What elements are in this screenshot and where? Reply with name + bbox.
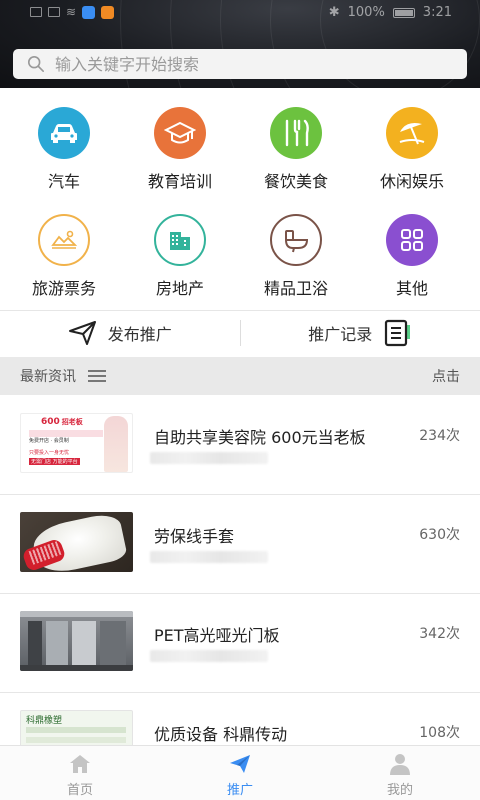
category-label: 教育培训 (147, 172, 212, 191)
news-title: 劳保线手套 (154, 527, 235, 546)
category-leisure[interactable]: 休闲娱乐 (354, 100, 470, 207)
category-label: 精品卫浴 (263, 279, 328, 298)
promotion-records-button[interactable]: 推广记录 (241, 319, 480, 347)
news-subtitle-blurred (150, 452, 268, 464)
search-bar[interactable] (13, 49, 467, 79)
fork-knife-icon (270, 107, 322, 159)
news-section-title: 最新资讯 (20, 369, 76, 385)
action-bar: 发布推广 推广记录 (0, 311, 480, 355)
header-bar: ≋ ✱ 100% 3:21 (0, 0, 480, 88)
ad-title: 招老板 (61, 418, 83, 426)
paper-plane-icon (230, 755, 250, 773)
graduation-cap-icon (154, 107, 206, 159)
send-icon (68, 321, 96, 345)
category-other[interactable]: 其他 (354, 207, 470, 314)
tab-home[interactable]: 首页 (0, 746, 160, 800)
signal-icon (30, 7, 42, 17)
news-item[interactable]: 劳保线手套 630次 (0, 495, 480, 594)
category-bathroom[interactable]: 精品卫浴 (238, 207, 354, 314)
bluetooth-icon: ✱ (328, 5, 340, 20)
signal-icon (48, 7, 60, 17)
document-list-icon (385, 319, 411, 347)
tab-label: 首页 (66, 783, 93, 798)
toilet-icon (270, 214, 322, 266)
click-count: 234次 (419, 428, 460, 444)
news-item[interactable]: 600 招老板 免费开店 · 会员制 只要投入一身无忧 无需门店 万能的平台 自助… (0, 396, 480, 495)
news-title: 自助共享美容院 600元当老板 (154, 428, 366, 447)
category-label: 其他 (395, 279, 428, 298)
ad-line: 只要投入一身无忧 (29, 450, 70, 456)
category-label: 汽车 (47, 172, 80, 191)
news-subtitle-blurred (150, 551, 268, 563)
category-real-estate[interactable]: 房地产 (122, 207, 238, 314)
category-label: 旅游票务 (31, 279, 96, 298)
category-label: 休闲娱乐 (379, 172, 444, 191)
click-count: 342次 (419, 626, 460, 642)
ad-line: 无需门店 万能的平台 (29, 458, 80, 465)
category-food[interactable]: 餐饮美食 (238, 100, 354, 207)
tab-mine[interactable]: 我的 (320, 746, 480, 800)
ticket-icon (38, 214, 90, 266)
click-count: 108次 (419, 725, 460, 741)
thumb-brand: 科鼎橡塑 (26, 716, 63, 726)
records-label: 推广记录 (308, 325, 373, 344)
ad-price: 600 (41, 417, 60, 427)
wifi-icon: ≋ (66, 5, 77, 19)
click-count: 630次 (419, 527, 460, 543)
news-subtitle-blurred (150, 650, 268, 662)
battery-icon (392, 7, 415, 18)
building-icon (154, 214, 206, 266)
app-notification-icon (101, 5, 115, 19)
category-education[interactable]: 教育培训 (122, 100, 238, 207)
news-item[interactable]: PET高光哑光门板 342次 (0, 594, 480, 693)
clock: 3:21 (422, 5, 452, 20)
search-icon (27, 55, 45, 73)
news-title: 优质设备 科鼎传动 (154, 725, 288, 744)
ad-line: 免费开店 · 会员制 (29, 438, 69, 444)
battery-percent: 100% (347, 5, 385, 20)
news-thumbnail: 600 招老板 免费开店 · 会员制 只要投入一身无忧 无需门店 万能的平台 (20, 413, 133, 473)
news-thumbnail (20, 611, 133, 671)
user-icon (390, 754, 410, 775)
home-icon (70, 755, 90, 773)
category-label: 房地产 (155, 279, 204, 298)
category-grid: 汽车 教育培训 餐饮美食 休闲娱乐 旅游票务 房地产 精品卫浴 其他 (0, 100, 480, 314)
news-thumbnail (20, 512, 133, 572)
tab-promotion[interactable]: 推广 (160, 746, 320, 800)
tab-label: 我的 (386, 783, 413, 798)
search-input[interactable] (55, 54, 467, 74)
publish-label: 发布推广 (107, 325, 172, 344)
news-title: PET高光哑光门板 (154, 626, 280, 645)
category-label: 餐饮美食 (263, 172, 328, 191)
category-car[interactable]: 汽车 (6, 100, 122, 207)
status-bar: ≋ ✱ 100% 3:21 (0, 0, 480, 26)
beach-umbrella-icon (386, 107, 438, 159)
tab-label: 推广 (226, 783, 253, 798)
grid-icon (386, 214, 438, 266)
clicks-label: 点击 (432, 369, 460, 385)
bottom-tab-bar: 首页 推广 我的 (0, 745, 480, 800)
news-list: 600 招老板 免费开店 · 会员制 只要投入一身无忧 无需门店 万能的平台 自助… (0, 396, 480, 792)
category-travel[interactable]: 旅游票务 (6, 207, 122, 314)
menu-lines-icon[interactable] (88, 367, 106, 385)
car-icon (38, 107, 90, 159)
app-notification-icon (82, 5, 96, 19)
news-section-header: 最新资讯 点击 (0, 357, 480, 395)
publish-promotion-button[interactable]: 发布推广 (0, 320, 240, 346)
